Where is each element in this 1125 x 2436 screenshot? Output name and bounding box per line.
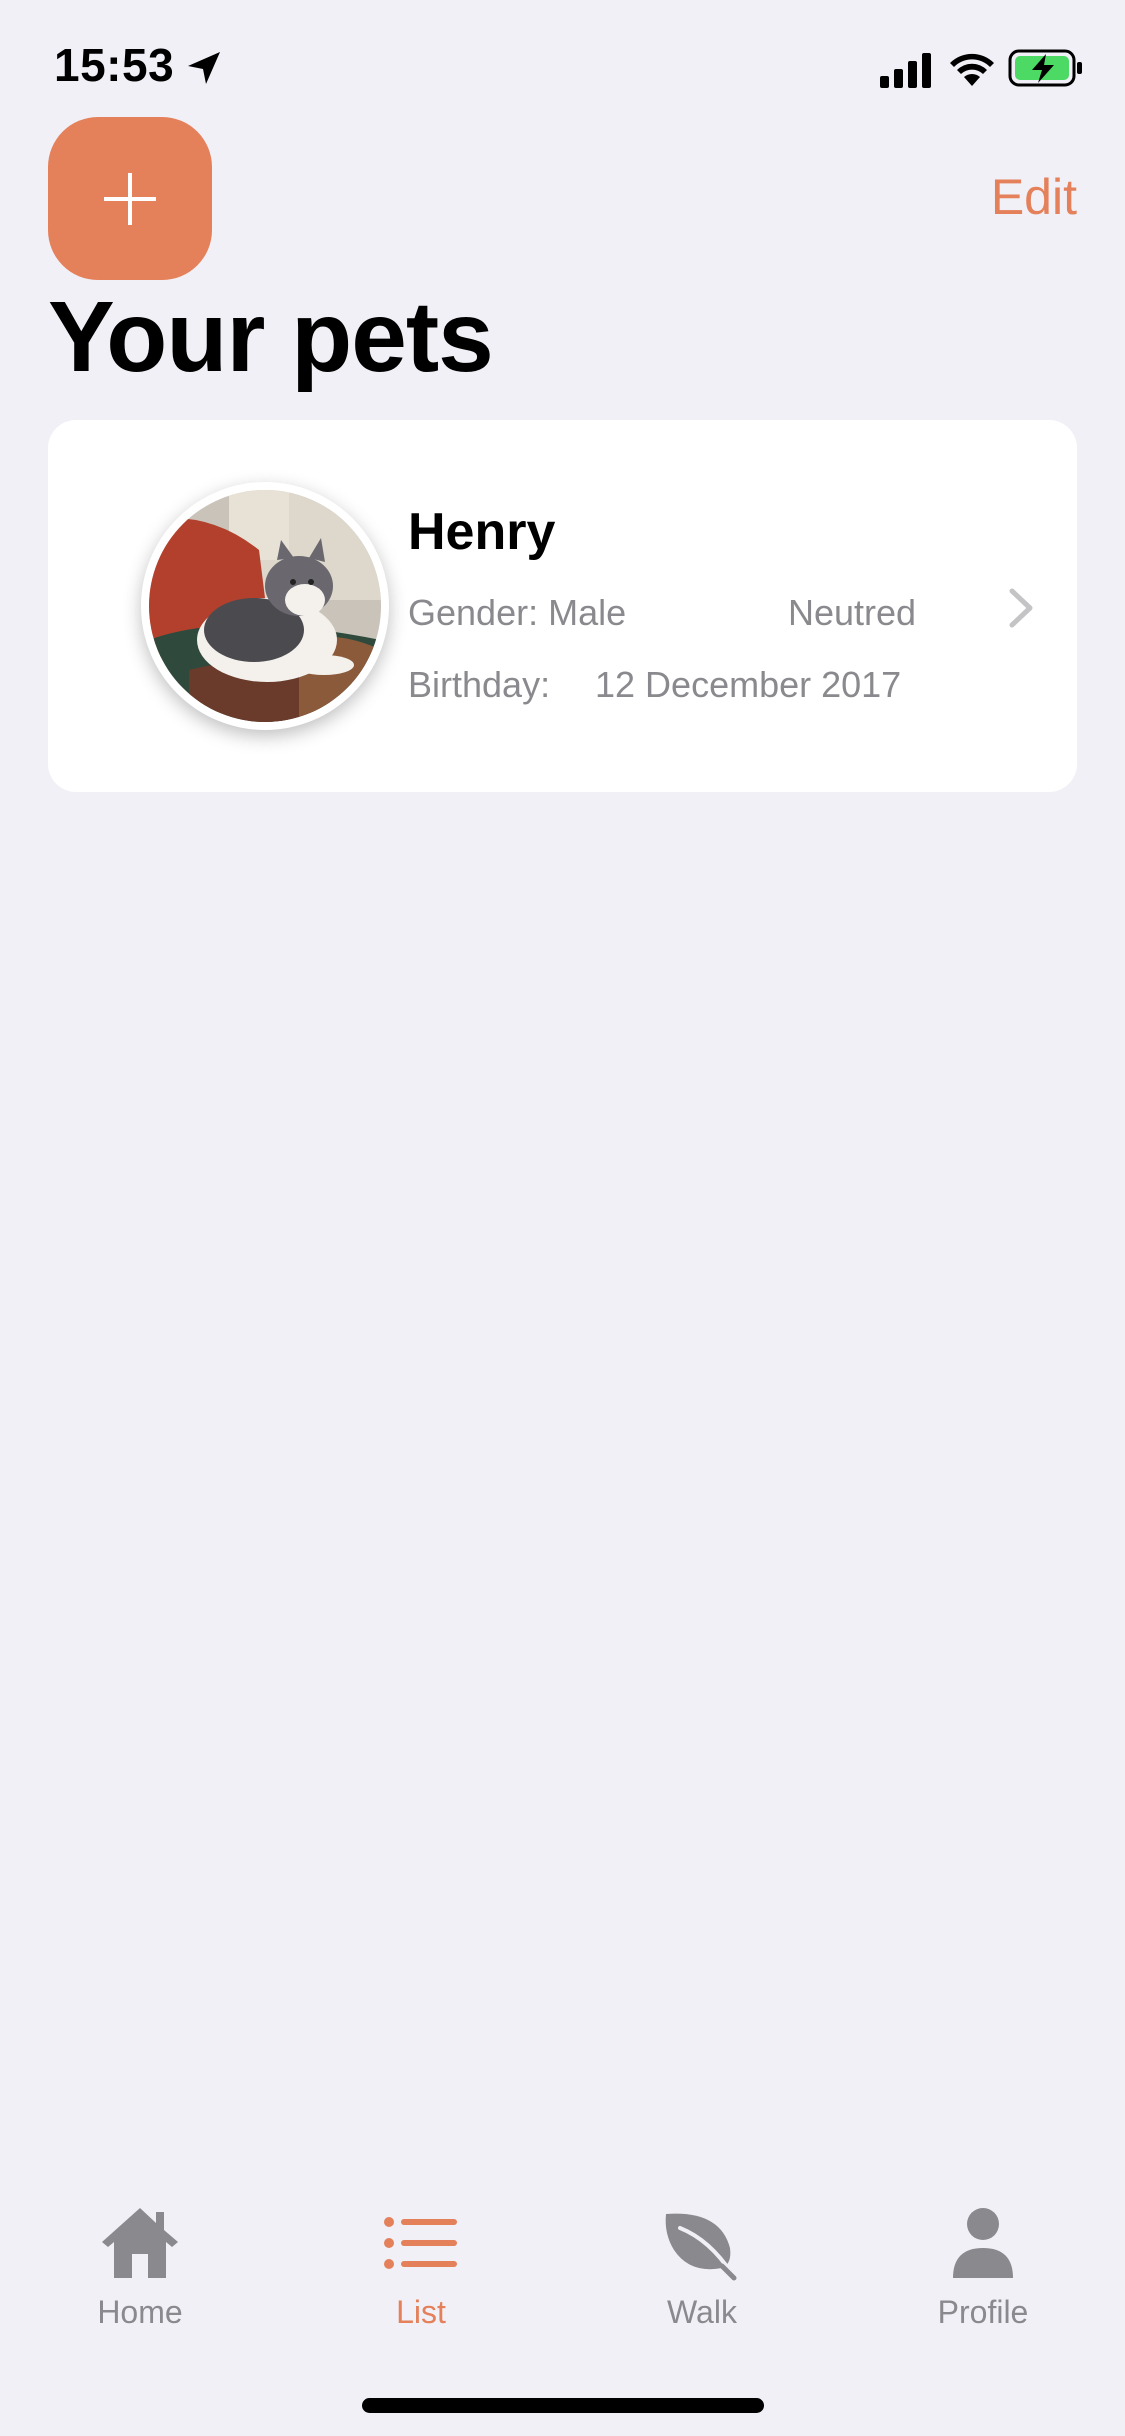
chevron-right-icon <box>1009 588 1033 628</box>
tab-home[interactable]: Home <box>40 2180 240 2350</box>
pet-avatar <box>141 482 389 730</box>
pet-name: Henry <box>408 503 556 561</box>
pet-birthday-value: 12 December 2017 <box>595 664 902 705</box>
person-icon <box>953 2208 1013 2278</box>
pet-birthday-label: Birthday: <box>408 664 551 705</box>
tab-profile-label: Profile <box>937 2294 1029 2330</box>
pet-gender: Gender: Male <box>408 592 627 633</box>
tab-list[interactable]: List <box>321 2180 521 2350</box>
pet-card-henry[interactable]: Henry Gender: Male Neutred Birthday: 12 … <box>48 420 1077 792</box>
add-pet-button[interactable] <box>48 117 212 280</box>
cat-photo <box>149 490 381 722</box>
wifi-icon <box>950 53 994 86</box>
plus-icon <box>104 172 156 225</box>
pet-neutered-status: Neutred <box>788 592 917 633</box>
house-icon <box>102 2208 178 2278</box>
page-title: Your pets <box>48 281 494 393</box>
leaf-icon <box>665 2213 737 2281</box>
home-indicator <box>362 2398 764 2413</box>
edit-button[interactable]: Edit <box>991 168 1077 226</box>
list-icon <box>384 2217 457 2269</box>
cellular-signal-icon <box>880 53 931 88</box>
tab-walk-label: Walk <box>667 2294 737 2330</box>
tab-profile[interactable]: Profile <box>883 2180 1083 2350</box>
tab-list-label: List <box>396 2294 446 2330</box>
status-bar: 15:53 <box>0 0 1125 130</box>
status-time: 15:53 <box>54 39 175 91</box>
tab-home-label: Home <box>97 2294 183 2330</box>
location-arrow-icon <box>188 52 220 84</box>
tab-walk[interactable]: Walk <box>602 2180 802 2350</box>
battery-charging-icon <box>1008 49 1082 87</box>
